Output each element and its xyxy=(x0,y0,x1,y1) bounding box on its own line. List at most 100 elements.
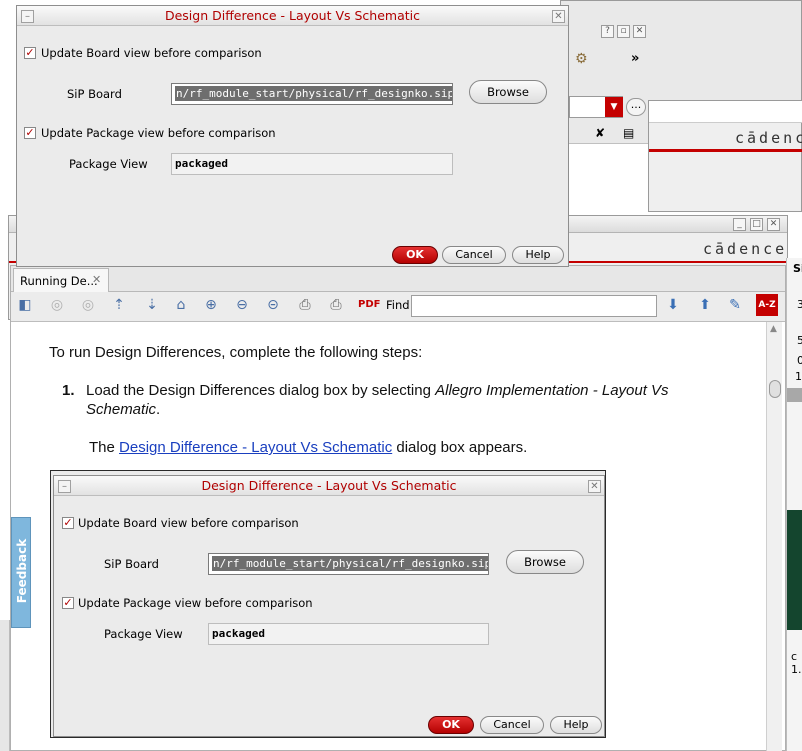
appears-prefix: The xyxy=(89,439,120,456)
left-edge-fragment xyxy=(0,620,10,751)
step-number: 1. xyxy=(62,382,75,399)
update-package-checkbox[interactable]: ✓ xyxy=(24,127,36,139)
update-package-checkbox: ✓ xyxy=(62,596,74,609)
sync-toc-up-icon[interactable]: ⇡ xyxy=(110,296,128,314)
back-icon[interactable]: ◎ xyxy=(48,296,66,314)
sip-board-value: n/rf_module_start/physical/rf_designko.s… xyxy=(212,556,488,571)
zoom-reset-icon[interactable]: ⊝ xyxy=(264,296,282,314)
help-button[interactable]: Help xyxy=(512,246,564,264)
tab-running-design-diff[interactable]: Running De... ✕ xyxy=(13,268,109,292)
step-text-end: . xyxy=(156,401,161,418)
tab-close-icon[interactable]: ✕ xyxy=(92,273,101,286)
help-window-button[interactable]: ? xyxy=(601,25,614,38)
embedded-dialog: Design Difference - Layout Vs Schematic … xyxy=(53,475,605,737)
update-board-checkbox: ✓ xyxy=(62,516,74,529)
sip-board-field[interactable]: n/rf_module_start/physical/rf_designko.s… xyxy=(171,83,453,105)
appears-suffix: dialog box appears. xyxy=(392,439,528,456)
sip-board-field: n/rf_module_start/physical/rf_designko.s… xyxy=(208,553,489,575)
right-col-highlight xyxy=(787,388,802,402)
update-board-label: Update Board view before comparison xyxy=(41,46,262,60)
pdf-icon[interactable]: PDF xyxy=(358,296,380,314)
cadence-window-top: cādence xyxy=(648,100,802,212)
sip-board-label: SiP Board xyxy=(104,557,159,571)
brand-red-line xyxy=(649,149,802,152)
update-package-label: Update Package view before comparison xyxy=(78,596,313,610)
design-difference-dialog: Design Difference - Layout Vs Schematic … xyxy=(16,5,569,267)
package-view-label: Package View xyxy=(69,157,148,171)
minimize-window-button[interactable]: _ xyxy=(733,218,746,231)
close-window-button[interactable]: ✕ xyxy=(633,25,646,38)
maximize-window-button[interactable]: □ xyxy=(750,218,763,231)
scroll-thumb[interactable] xyxy=(769,380,781,398)
package-view-label: Package View xyxy=(104,627,183,641)
right-col-text-4: 15 xyxy=(795,370,802,383)
close-icon: ✕ xyxy=(588,480,601,493)
browse-button: Browse xyxy=(506,550,584,574)
scroll-up-icon[interactable]: ▲ xyxy=(770,324,777,334)
more-options-button[interactable]: ... xyxy=(626,98,646,116)
sip-board-label: SiP Board xyxy=(67,87,122,101)
find-label: Find xyxy=(386,298,410,312)
cancel-button[interactable]: Cancel xyxy=(442,246,506,264)
update-board-checkbox[interactable]: ✓ xyxy=(24,47,36,59)
help-button: Help xyxy=(550,716,602,734)
home-icon[interactable]: ⌂ xyxy=(172,296,190,314)
feedback-tab[interactable]: Feedback xyxy=(11,517,31,628)
minimize-icon[interactable]: – xyxy=(21,10,34,23)
list-icon[interactable]: ▤ xyxy=(623,126,634,140)
tab-label: Running De... xyxy=(20,274,98,288)
update-package-label: Update Package view before comparison xyxy=(41,126,276,140)
highlight-icon[interactable]: ✎ xyxy=(726,296,744,314)
tab-row: Running De... ✕ xyxy=(11,266,785,292)
step-text-italic-2: Schematic xyxy=(86,401,157,418)
update-board-label: Update Board view before comparison xyxy=(78,516,299,530)
tool-icon[interactable]: ⚙ xyxy=(575,51,588,67)
restore-window-button[interactable]: ▫ xyxy=(617,25,630,38)
dialog-link[interactable]: Design Difference - Layout Vs Schematic xyxy=(119,439,392,456)
step-text-plain: Load the Design Differences dialog box b… xyxy=(86,382,436,399)
zoom-in-icon[interactable]: ⊕ xyxy=(202,296,220,314)
step-text-line2: Schematic. xyxy=(86,401,160,418)
sync-toc-down-icon[interactable]: ⇣ xyxy=(143,296,161,314)
vertical-scrollbar[interactable]: ▲ xyxy=(766,322,782,751)
cadence-logo: cādence xyxy=(735,129,802,147)
right-col-text-1: 3 xyxy=(797,298,802,311)
feedback-label: Feedback xyxy=(15,538,29,604)
bottom-right-text: c 1. xyxy=(791,650,802,676)
step-text-line1: Load the Design Differences dialog box b… xyxy=(86,382,669,399)
dialog-title: Design Difference - Layout Vs Schematic xyxy=(17,6,568,26)
embedded-dialog-title: Design Difference - Layout Vs Schematic xyxy=(54,476,604,496)
step-text-italic: Allegro Implementation - Layout Vs xyxy=(435,382,669,399)
panel-area xyxy=(561,143,649,213)
print-all-icon[interactable]: ⎙ xyxy=(327,296,345,314)
right-edge-panel: Si 3 5 0 15 c 1. xyxy=(786,258,802,751)
cancel-button: Cancel xyxy=(480,716,544,734)
intro-text: To run Design Differences, complete the … xyxy=(49,344,423,361)
find-next-icon[interactable]: ⬇ xyxy=(664,296,682,314)
package-view-field[interactable]: packaged xyxy=(171,153,453,175)
zoom-out-icon[interactable]: ⊖ xyxy=(233,296,251,314)
right-col-dark-area xyxy=(787,510,802,630)
sort-icon[interactable]: ✘ xyxy=(595,126,605,140)
package-view-field: packaged xyxy=(208,623,489,645)
find-prev-icon[interactable]: ⬆ xyxy=(696,296,714,314)
sip-board-value: n/rf_module_start/physical/rf_designko.s… xyxy=(175,86,452,101)
find-input[interactable] xyxy=(411,295,657,317)
appears-text: The Design Difference - Layout Vs Schema… xyxy=(89,439,527,456)
index-az-icon[interactable]: A-Z xyxy=(756,294,778,316)
close-window-button[interactable]: ✕ xyxy=(767,218,780,231)
right-col-text-2: 5 xyxy=(797,334,802,347)
sidebar-toggle-icon[interactable]: ◧ xyxy=(16,296,34,314)
minimize-icon: – xyxy=(58,480,71,493)
cadence-logo: cādence xyxy=(703,240,788,258)
forward-icon[interactable]: ◎ xyxy=(79,296,97,314)
close-icon[interactable]: ✕ xyxy=(552,10,565,23)
ok-button: OK xyxy=(428,716,474,734)
ok-button[interactable]: OK xyxy=(392,246,438,264)
toolbar-overflow-icon[interactable]: » xyxy=(631,51,639,66)
dropdown-arrow-icon[interactable]: ▼ xyxy=(605,97,623,117)
print-icon[interactable]: ⎙ xyxy=(296,296,314,314)
right-col-text-0: Si xyxy=(793,262,802,275)
right-col-text-3: 0 xyxy=(797,354,802,367)
browse-button[interactable]: Browse xyxy=(469,80,547,104)
